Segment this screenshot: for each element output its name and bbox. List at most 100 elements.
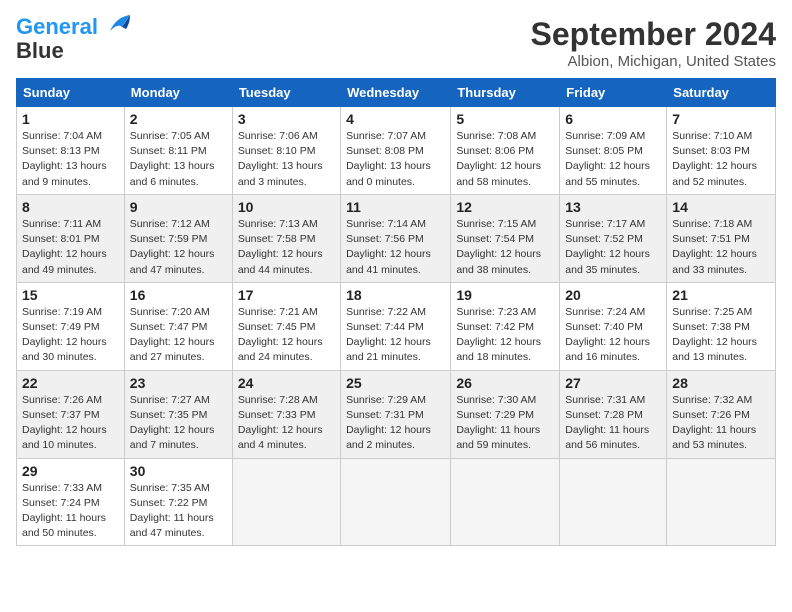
table-row — [341, 458, 451, 546]
table-row: 11 Sunrise: 7:14 AMSunset: 7:56 PMDayligh… — [341, 194, 451, 282]
day-info: Sunrise: 7:18 AMSunset: 7:51 PMDaylight:… — [672, 217, 770, 278]
table-row: 1 Sunrise: 7:04 AMSunset: 8:13 PMDaylight… — [17, 107, 125, 195]
day-number: 10 — [238, 199, 335, 215]
day-number: 5 — [456, 111, 554, 127]
day-number: 11 — [346, 199, 445, 215]
day-number: 3 — [238, 111, 335, 127]
table-row: 30 Sunrise: 7:35 AMSunset: 7:22 PMDayligh… — [124, 458, 232, 546]
table-row: 12 Sunrise: 7:15 AMSunset: 7:54 PMDayligh… — [451, 194, 560, 282]
table-row: 14 Sunrise: 7:18 AMSunset: 7:51 PMDayligh… — [667, 194, 776, 282]
day-info: Sunrise: 7:22 AMSunset: 7:44 PMDaylight:… — [346, 305, 445, 366]
location: Albion, Michigan, United States — [531, 53, 776, 70]
table-row — [560, 458, 667, 546]
day-number: 18 — [346, 287, 445, 303]
day-info: Sunrise: 7:08 AMSunset: 8:06 PMDaylight:… — [456, 129, 554, 190]
table-row: 4 Sunrise: 7:07 AMSunset: 8:08 PMDaylight… — [341, 107, 451, 195]
day-number: 26 — [456, 375, 554, 391]
day-info: Sunrise: 7:12 AMSunset: 7:59 PMDaylight:… — [130, 217, 227, 278]
day-info: Sunrise: 7:11 AMSunset: 8:01 PMDaylight:… — [22, 217, 119, 278]
day-number: 20 — [565, 287, 661, 303]
day-info: Sunrise: 7:05 AMSunset: 8:11 PMDaylight:… — [130, 129, 227, 190]
day-info: Sunrise: 7:10 AMSunset: 8:03 PMDaylight:… — [672, 129, 770, 190]
table-row: 24Sunrise: 7:28 AMSunset: 7:33 PMDayligh… — [232, 370, 340, 458]
day-number: 8 — [22, 199, 119, 215]
day-number: 14 — [672, 199, 770, 215]
day-info: Sunrise: 7:04 AMSunset: 8:13 PMDaylight:… — [22, 129, 119, 190]
page-header: General Blue September 2024 Albion, Mich… — [16, 16, 776, 70]
day-number: 1 — [22, 111, 119, 127]
calendar-header-row: Sunday Monday Tuesday Wednesday Thursday… — [17, 79, 776, 107]
day-number: 30 — [130, 463, 227, 479]
day-info: Sunrise: 7:25 AMSunset: 7:38 PMDaylight:… — [672, 305, 770, 366]
col-saturday: Saturday — [667, 79, 776, 107]
calendar-table: Sunday Monday Tuesday Wednesday Thursday… — [16, 78, 776, 546]
table-row: 9 Sunrise: 7:12 AMSunset: 7:59 PMDaylight… — [124, 194, 232, 282]
day-number: 28 — [672, 375, 770, 391]
logo-text: General — [16, 16, 98, 38]
table-row: 7 Sunrise: 7:10 AMSunset: 8:03 PMDaylight… — [667, 107, 776, 195]
day-number: 7 — [672, 111, 770, 127]
calendar-week-row: 15 Sunrise: 7:19 AMSunset: 7:49 PMDayligh… — [17, 282, 776, 370]
logo-blue-text: Blue — [16, 40, 64, 62]
table-row: 17Sunrise: 7:21 AMSunset: 7:45 PMDayligh… — [232, 282, 340, 370]
day-info: Sunrise: 7:14 AMSunset: 7:56 PMDaylight:… — [346, 217, 445, 278]
day-number: 2 — [130, 111, 227, 127]
day-number: 27 — [565, 375, 661, 391]
col-tuesday: Tuesday — [232, 79, 340, 107]
calendar-week-row: 1 Sunrise: 7:04 AMSunset: 8:13 PMDaylight… — [17, 107, 776, 195]
table-row: 13Sunrise: 7:17 AMSunset: 7:52 PMDayligh… — [560, 194, 667, 282]
table-row — [667, 458, 776, 546]
col-sunday: Sunday — [17, 79, 125, 107]
table-row: 18 Sunrise: 7:22 AMSunset: 7:44 PMDayligh… — [341, 282, 451, 370]
day-number: 4 — [346, 111, 445, 127]
day-info: Sunrise: 7:24 AMSunset: 7:40 PMDaylight:… — [565, 305, 661, 366]
table-row: 15 Sunrise: 7:19 AMSunset: 7:49 PMDayligh… — [17, 282, 125, 370]
day-info: Sunrise: 7:35 AMSunset: 7:22 PMDaylight:… — [130, 481, 227, 542]
table-row: 26Sunrise: 7:30 AMSunset: 7:29 PMDayligh… — [451, 370, 560, 458]
logo-bird-icon — [102, 13, 134, 37]
day-number: 16 — [130, 287, 227, 303]
day-number: 23 — [130, 375, 227, 391]
day-number: 15 — [22, 287, 119, 303]
day-info: Sunrise: 7:23 AMSunset: 7:42 PMDaylight:… — [456, 305, 554, 366]
table-row: 5 Sunrise: 7:08 AMSunset: 8:06 PMDaylight… — [451, 107, 560, 195]
day-number: 29 — [22, 463, 119, 479]
day-number: 6 — [565, 111, 661, 127]
calendar-week-row: 22 Sunrise: 7:26 AMSunset: 7:37 PMDayligh… — [17, 370, 776, 458]
day-info: Sunrise: 7:26 AMSunset: 7:37 PMDaylight:… — [22, 393, 119, 454]
col-wednesday: Wednesday — [341, 79, 451, 107]
day-info: Sunrise: 7:13 AMSunset: 7:58 PMDaylight:… — [238, 217, 335, 278]
day-number: 24 — [238, 375, 335, 391]
table-row: 27Sunrise: 7:31 AMSunset: 7:28 PMDayligh… — [560, 370, 667, 458]
table-row: 19 Sunrise: 7:23 AMSunset: 7:42 PMDayligh… — [451, 282, 560, 370]
title-area: September 2024 Albion, Michigan, United … — [531, 16, 776, 70]
logo: General Blue — [16, 16, 134, 62]
table-row: 3 Sunrise: 7:06 AMSunset: 8:10 PMDaylight… — [232, 107, 340, 195]
day-number: 19 — [456, 287, 554, 303]
day-info: Sunrise: 7:29 AMSunset: 7:31 PMDaylight:… — [346, 393, 445, 454]
month-title: September 2024 — [531, 16, 776, 53]
day-info: Sunrise: 7:15 AMSunset: 7:54 PMDaylight:… — [456, 217, 554, 278]
calendar-week-row: 29 Sunrise: 7:33 AMSunset: 7:24 PMDayligh… — [17, 458, 776, 546]
table-row: 28 Sunrise: 7:32 AMSunset: 7:26 PMDayligh… — [667, 370, 776, 458]
table-row: 23Sunrise: 7:27 AMSunset: 7:35 PMDayligh… — [124, 370, 232, 458]
day-number: 9 — [130, 199, 227, 215]
table-row: 21Sunrise: 7:25 AMSunset: 7:38 PMDayligh… — [667, 282, 776, 370]
table-row: 29 Sunrise: 7:33 AMSunset: 7:24 PMDayligh… — [17, 458, 125, 546]
day-info: Sunrise: 7:09 AMSunset: 8:05 PMDaylight:… — [565, 129, 661, 190]
table-row: 6 Sunrise: 7:09 AMSunset: 8:05 PMDaylight… — [560, 107, 667, 195]
table-row: 20 Sunrise: 7:24 AMSunset: 7:40 PMDayligh… — [560, 282, 667, 370]
day-info: Sunrise: 7:19 AMSunset: 7:49 PMDaylight:… — [22, 305, 119, 366]
day-number: 22 — [22, 375, 119, 391]
day-number: 25 — [346, 375, 445, 391]
table-row: 16Sunrise: 7:20 AMSunset: 7:47 PMDayligh… — [124, 282, 232, 370]
day-info: Sunrise: 7:07 AMSunset: 8:08 PMDaylight:… — [346, 129, 445, 190]
table-row — [232, 458, 340, 546]
day-info: Sunrise: 7:06 AMSunset: 8:10 PMDaylight:… — [238, 129, 335, 190]
col-monday: Monday — [124, 79, 232, 107]
day-info: Sunrise: 7:32 AMSunset: 7:26 PMDaylight:… — [672, 393, 770, 454]
day-info: Sunrise: 7:33 AMSunset: 7:24 PMDaylight:… — [22, 481, 119, 542]
day-number: 12 — [456, 199, 554, 215]
day-number: 17 — [238, 287, 335, 303]
table-row: 2 Sunrise: 7:05 AMSunset: 8:11 PMDaylight… — [124, 107, 232, 195]
